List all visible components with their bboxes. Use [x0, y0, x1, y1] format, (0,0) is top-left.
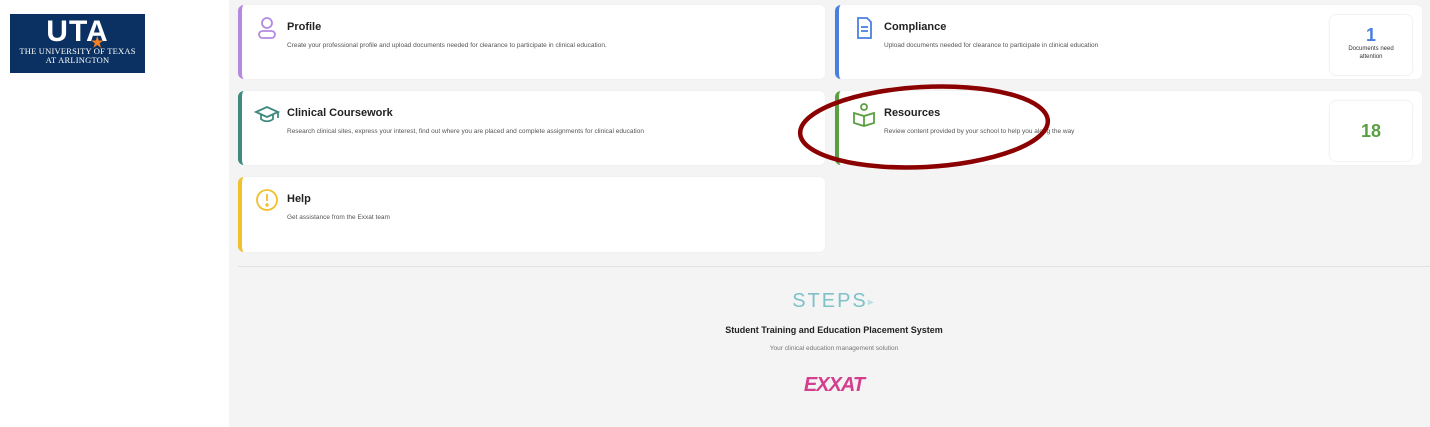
- document-icon: [851, 15, 877, 41]
- exxat-logo: EXXAT: [803, 374, 865, 396]
- resources-counter[interactable]: 18: [1330, 101, 1412, 161]
- clinical-coursework-card[interactable]: Clinical Coursework Research clinical si…: [238, 91, 825, 165]
- logo-mark: UTA ★: [10, 17, 145, 51]
- user-icon: [254, 15, 280, 41]
- steps-logo: STEPS▸: [792, 290, 876, 312]
- arrow-icon: ▸: [867, 294, 876, 309]
- compliance-counter[interactable]: 1 Documents need attention: [1330, 15, 1412, 75]
- profile-description: Create your professional profile and upl…: [287, 42, 607, 49]
- compliance-description: Upload documents needed for clearance to…: [884, 42, 1099, 49]
- compliance-card[interactable]: Compliance Upload documents needed for c…: [835, 5, 1422, 79]
- logo-line2: AT ARLINGTON: [45, 55, 110, 65]
- compliance-title: Compliance: [884, 21, 947, 33]
- compliance-count: 1: [1365, 25, 1376, 45]
- footer-divider: [238, 266, 1430, 267]
- coursework-description: Research clinical sites, express your in…: [287, 128, 644, 135]
- resources-count: 18: [1360, 121, 1382, 141]
- star-icon: ★: [91, 34, 105, 50]
- sidebar: UTA ★ THE UNIVERSITY OF TEXAS AT ARLINGT…: [0, 0, 229, 427]
- compliance-count-label: Documents need attention: [1348, 46, 1394, 60]
- exclamation-circle-icon: [254, 187, 280, 213]
- uta-logo[interactable]: UTA ★ THE UNIVERSITY OF TEXAS AT ARLINGT…: [10, 14, 145, 73]
- footer-tagline: Your clinical education management solut…: [769, 345, 899, 352]
- help-card[interactable]: Help Get assistance from the Exxat team: [238, 177, 825, 252]
- footer: STEPS▸ Student Training and Education Pl…: [238, 280, 1430, 397]
- help-description: Get assistance from the Exxat team: [287, 214, 390, 221]
- graduation-cap-icon: [253, 101, 281, 127]
- help-title: Help: [287, 193, 311, 205]
- profile-card[interactable]: Profile Create your professional profile…: [238, 5, 825, 79]
- coursework-title: Clinical Coursework: [287, 107, 393, 119]
- annotation-ellipse: [797, 84, 1051, 170]
- footer-title: Student Training and Education Placement…: [725, 325, 943, 335]
- profile-title: Profile: [287, 21, 322, 33]
